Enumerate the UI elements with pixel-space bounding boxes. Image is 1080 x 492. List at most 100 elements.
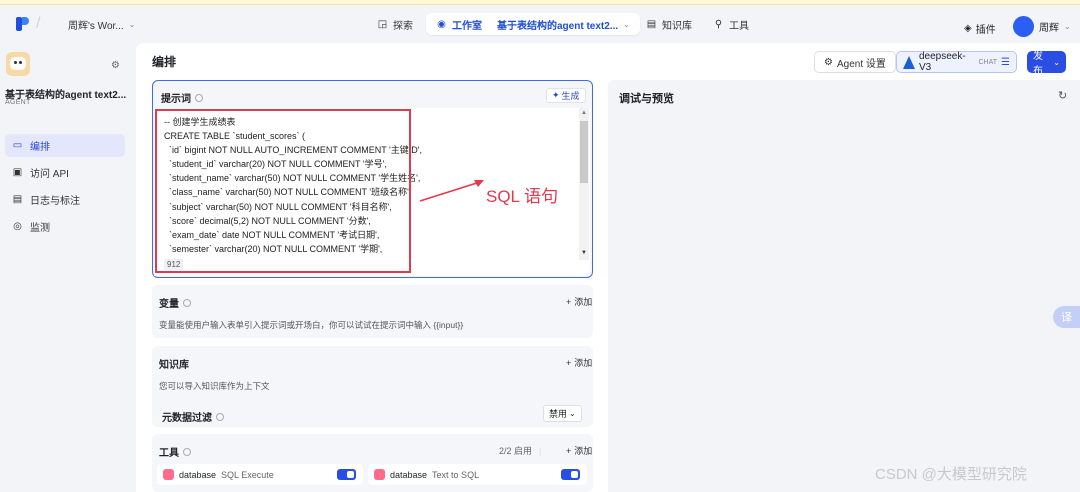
tools-title: 工具 <box>159 448 179 459</box>
add-label: 添加 <box>574 446 593 456</box>
terminal-icon: ▣ <box>12 167 23 178</box>
compass-icon: ◲ <box>377 18 388 30</box>
database-icon <box>163 469 174 480</box>
app-logo[interactable] <box>16 17 30 31</box>
tools-section: 工具 2/2 启用 | + 添加 database SQL Execute da… <box>152 434 593 492</box>
filter-value: 禁用 <box>549 409 568 419</box>
workspace-name: 周辉's Wor... <box>68 21 124 32</box>
metadata-filter-label: 元数据过滤 <box>162 413 212 424</box>
tool-function: SQL Execute <box>221 469 274 480</box>
tool-item[interactable]: database SQL Execute <box>157 464 363 485</box>
add-tool-button[interactable]: + 添加 <box>566 444 592 457</box>
nav-knowledge[interactable]: ▤ 知识库 <box>646 13 692 35</box>
sidebar-menu: ▭ 编排 ▣ 访问 API ▤ 日志与标注 ◎ 监测 <box>5 134 125 242</box>
model-selector[interactable]: deepseek-V3 CHAT ☰ <box>896 51 1017 73</box>
nav-label: 知识库 <box>662 20 692 32</box>
sidebar-item-orchestrate[interactable]: ▭ 编排 <box>5 134 125 157</box>
add-knowledge-button[interactable]: + 添加 <box>566 356 592 369</box>
gear-icon: ⚙ <box>824 56 833 68</box>
page-title: 编排 <box>152 55 177 69</box>
plus-icon: + <box>566 445 572 456</box>
scrollbar-thumb[interactable] <box>580 121 588 183</box>
log-icon: ▤ <box>12 194 23 205</box>
variables-desc: 变量能使用户输入表单引入提示词或开场白，你可以试试在提示词中输入 {{input… <box>159 320 464 330</box>
preview-title: 调试与预览 <box>619 93 674 105</box>
nav-label: 探索 <box>393 20 413 32</box>
add-variable-button[interactable]: + 添加 <box>566 295 592 308</box>
bot-avatar-icon <box>6 52 30 76</box>
scroll-up-icon[interactable]: ▲ <box>581 110 587 116</box>
chevron-down-icon: ⌄ <box>1053 57 1060 67</box>
nav-label: 工作室 <box>452 20 482 32</box>
annotation-label: SQL 语句 <box>486 187 559 206</box>
tool-function: Text to SQL <box>432 469 480 480</box>
info-icon[interactable] <box>183 447 191 456</box>
sidebar-item-label: 监测 <box>30 223 50 234</box>
generate-label: 生成 <box>561 91 580 101</box>
section-title: 变量 <box>159 295 191 310</box>
avatar <box>1013 16 1034 37</box>
metadata-filter-select[interactable]: 禁用 ⌄ <box>543 405 582 422</box>
chevron-down-icon: ⌄ <box>569 409 576 418</box>
separator: / <box>36 15 41 32</box>
sidebar-item-label: 访问 API <box>30 169 69 180</box>
knowledge-desc: 您可以导入知识库作为上下文 <box>159 381 270 391</box>
tool-item[interactable]: database Text to SQL <box>368 464 587 485</box>
sidebar-item-api[interactable]: ▣ 访问 API <box>5 161 125 184</box>
tool-toggle[interactable] <box>561 469 580 480</box>
model-name: deepseek-V3 <box>919 51 966 73</box>
sidebar-item-label: 编排 <box>30 142 50 153</box>
annotation-box <box>155 109 411 273</box>
nav-studio[interactable]: ◉ 工作室 基于表结构的agent text2... ⌄ <box>426 13 640 35</box>
workspace-selector[interactable]: 周辉's Wor... ⌄ <box>68 17 135 32</box>
publish-button[interactable]: 发布 ⌄ <box>1027 51 1066 77</box>
agent-settings-button[interactable]: ⚙ Agent 设置 <box>814 51 896 73</box>
plugin-button[interactable]: ◈ 插件 <box>964 21 996 36</box>
project-name[interactable]: 基于表结构的agent text2... <box>497 17 618 32</box>
chevron-down-icon: ⌄ <box>1064 22 1071 31</box>
top-bar: / 周辉's Wor... ⌄ ◲ 探索 ◉ 工作室 基于表结构的agent t… <box>0 5 1080 43</box>
plugin-label: 插件 <box>975 25 996 36</box>
database-icon <box>374 469 385 480</box>
chevron-down-icon: ⌄ <box>623 19 630 29</box>
nav-explore[interactable]: ◲ 探索 <box>377 13 413 35</box>
user-menu[interactable]: 周辉 ⌄ <box>1013 16 1071 37</box>
scroll-down-icon[interactable]: ▼ <box>581 250 587 256</box>
metadata-filter-title: 元数据过滤 <box>162 409 224 424</box>
info-icon[interactable] <box>216 412 224 421</box>
nav-tools[interactable]: ⚲ 工具 <box>713 13 749 35</box>
sidebar-item-label: 日志与标注 <box>30 196 80 207</box>
annotation-arrow <box>419 180 484 202</box>
section-title: 知识库 <box>159 360 189 371</box>
tools-enabled-count: 2/2 启用 | <box>499 445 542 457</box>
user-name: 周辉 <box>1039 23 1059 34</box>
knowledge-section: 知识库 + 添加 您可以导入知识库作为上下文 元数据过滤 禁用 ⌄ <box>152 346 593 427</box>
model-tag: CHAT <box>978 58 998 66</box>
add-label: 添加 <box>574 297 593 307</box>
generate-button[interactable]: ✦ 生成 <box>546 88 586 103</box>
nav-label: 工具 <box>729 20 749 32</box>
cube-icon: ◈ <box>964 23 972 34</box>
bot-type: AGENT <box>5 99 31 106</box>
chevron-down-icon: ⌄ <box>128 20 136 29</box>
publish-label: 发布 <box>1033 51 1043 77</box>
plus-icon: + <box>566 296 572 307</box>
wrench-icon: ⚲ <box>714 18 723 30</box>
refresh-icon[interactable]: ↻ <box>1058 89 1067 102</box>
preview-panel: 调试与预览 ↻ <box>608 80 1080 492</box>
info-icon[interactable] <box>183 298 191 307</box>
robot-icon: ◉ <box>437 18 446 30</box>
monitor-icon: ◎ <box>13 221 22 232</box>
sidebar-item-logs[interactable]: ▤ 日志与标注 <box>5 188 125 211</box>
prompt-label: 提示词 <box>161 94 191 105</box>
sidebar-item-monitor[interactable]: ◎ 监测 <box>5 215 125 238</box>
sliders-icon: ☰ <box>1001 56 1010 68</box>
variables-title: 变量 <box>159 299 179 310</box>
tool-toggle[interactable] <box>337 469 356 480</box>
agent-settings-label: Agent 设置 <box>836 58 886 70</box>
translate-float-button[interactable]: 译 <box>1053 306 1080 328</box>
info-icon[interactable] <box>195 93 203 102</box>
watermark: CSDN @大模型研究院 <box>875 466 1027 483</box>
settings-sliders-icon[interactable]: ⚙ <box>111 60 120 71</box>
tool-name: database <box>390 469 428 480</box>
